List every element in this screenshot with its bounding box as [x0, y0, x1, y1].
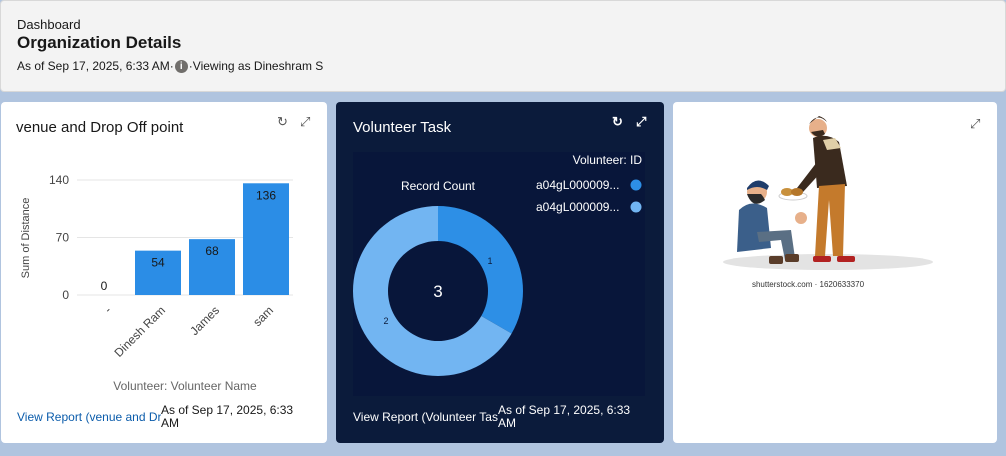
data-label: 136: [256, 188, 276, 202]
slice-label: 2: [384, 316, 389, 326]
data-label: 0: [101, 279, 108, 293]
y-tick-label: 0: [62, 288, 69, 302]
view-report-link[interactable]: View Report (Volunteer Tas: [353, 410, 499, 424]
legend-marker: [630, 201, 642, 213]
x-tick-label: James: [187, 303, 222, 338]
x-tick-label: sam: [250, 303, 276, 329]
legend-label: a04gL000009...: [536, 200, 619, 214]
breadcrumb: Dashboard: [17, 17, 81, 32]
slice-label: 1: [487, 256, 492, 266]
header-meta: As of Sep 17, 2025, 6:33 AM· i ·Viewing …: [17, 59, 323, 73]
as-of-text: As of Sep 17, 2025, 6:33 AM·: [17, 59, 174, 73]
donut-center-label: 3: [433, 282, 442, 301]
legend-title: Volunteer: ID: [573, 153, 643, 167]
bar-chart: 0 70 140 Sum of Distance 0 - 54 Dinesh Ram 68 Jam…: [20, 173, 293, 392]
viewing-as-text: ·Viewing as Dineshram S: [188, 59, 324, 73]
x-axis-label: Volunteer: Volunteer Name: [113, 379, 257, 392]
y-tick-label: 140: [49, 173, 69, 187]
data-label: 68: [205, 244, 219, 258]
bar-chart-card: venue and Drop Off point ↻ ⤢ 0 70 140 Sum o…: [1, 102, 327, 443]
y-axis-label: Sum of Distance: [20, 198, 32, 279]
charity-illustration: [723, 116, 933, 270]
footer-date: As of Sep 17, 2025, 6:33 AM: [498, 403, 631, 430]
dashboard-header: Dashboard Organization Details As of Sep…: [0, 0, 1006, 92]
view-report-link[interactable]: View Report (venue and Dr: [17, 410, 161, 424]
data-label: 54: [151, 256, 165, 270]
info-icon[interactable]: i: [174, 59, 188, 73]
chart-subtitle: Record Count: [401, 179, 476, 193]
donut-chart-card: Volunteer Task ↻ ⤢ Record Count Volunteer…: [336, 102, 664, 443]
legend-marker: [630, 179, 642, 191]
y-tick-label: 70: [56, 231, 70, 245]
legend-label: a04gL000009...: [536, 178, 619, 192]
x-tick-label: Dinesh Ram: [112, 303, 169, 360]
watermark: shutterstock.com · 1620633370: [751, 280, 865, 289]
donut-chart: Record Count Volunteer: ID a04gL000009... a…: [353, 152, 645, 396]
x-tick-label: -: [101, 303, 114, 316]
image-card: ⤢ shutterstock.com · 1620633370: [673, 102, 997, 443]
footer-date: As of Sep 17, 2025, 6:33 AM: [161, 403, 294, 430]
page-title: Organization Details: [17, 33, 182, 52]
